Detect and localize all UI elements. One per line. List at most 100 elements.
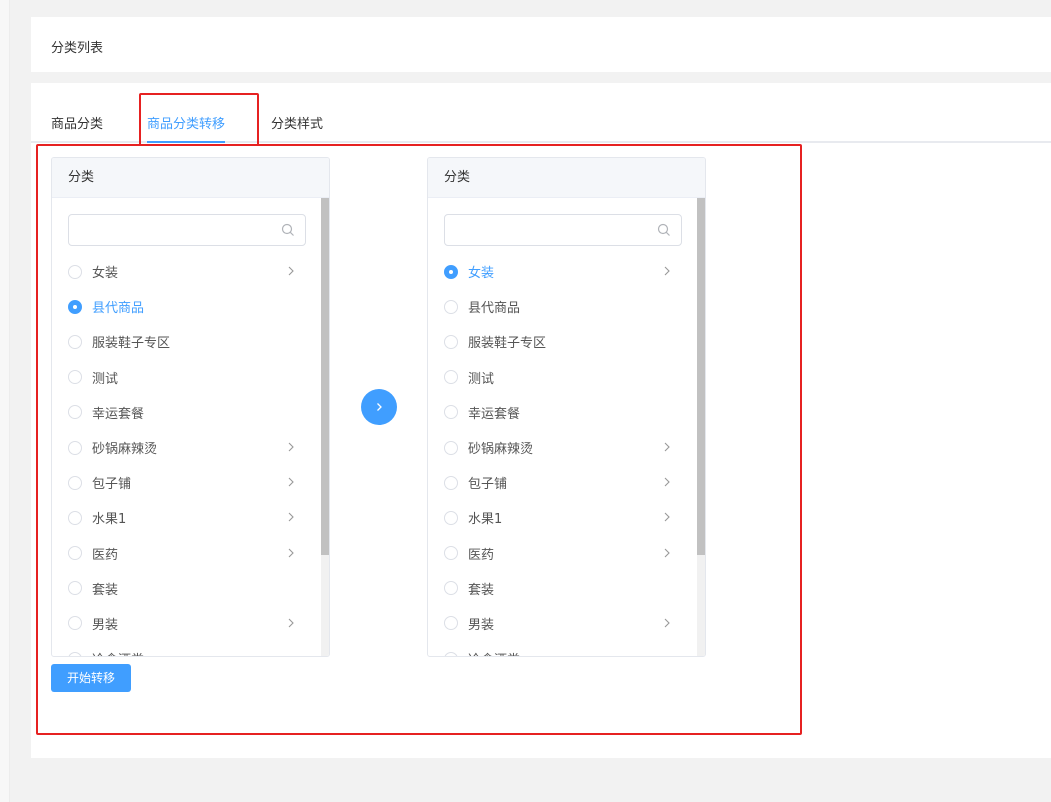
category-radio[interactable] <box>444 546 458 561</box>
category-radio[interactable] <box>68 510 82 525</box>
category-label: 测试 <box>468 371 495 387</box>
chevron-right-icon[interactable] <box>662 512 672 522</box>
category-radio[interactable] <box>444 264 458 279</box>
category-label: 包子铺 <box>468 477 508 493</box>
category-label: 女装 <box>468 266 495 282</box>
source-panel-body: 女装县代商品服装鞋子专区测试幸运套餐砂锅麻辣烫包子铺水果1 医药套装男装冷食酒类 <box>52 198 329 656</box>
category-item[interactable]: 幸运套餐 <box>428 395 698 430</box>
chevron-right-icon[interactable] <box>662 266 672 276</box>
category-item[interactable]: 砂锅麻辣烫 <box>428 430 698 465</box>
chevron-right-icon[interactable] <box>286 442 296 452</box>
target-scrollbar[interactable] <box>697 198 705 656</box>
category-item[interactable]: 女装 <box>428 254 698 289</box>
category-label: 水果1 <box>92 512 127 528</box>
category-radio[interactable] <box>68 299 82 314</box>
category-radio[interactable] <box>444 510 458 525</box>
target-panel-body: 女装县代商品服装鞋子专区测试幸运套餐砂锅麻辣烫包子铺水果1 医药套装男装冷食酒类 <box>428 198 705 656</box>
category-radio[interactable] <box>444 651 458 656</box>
category-label: 县代商品 <box>92 301 145 317</box>
category-item[interactable]: 服装鞋子专区 <box>428 324 698 359</box>
category-radio[interactable] <box>444 616 458 631</box>
category-item[interactable]: 县代商品 <box>428 289 698 324</box>
chevron-right-icon[interactable] <box>286 548 296 558</box>
chevron-right-icon[interactable] <box>286 477 296 487</box>
target-category-list: 女装县代商品服装鞋子专区测试幸运套餐砂锅麻辣烫包子铺水果1 医药套装男装冷食酒类 <box>428 254 698 656</box>
category-radio[interactable] <box>68 264 82 279</box>
category-label: 幸运套餐 <box>92 406 145 422</box>
source-search-input[interactable] <box>68 214 306 246</box>
category-item[interactable]: 男装 <box>52 606 322 641</box>
category-label: 服装鞋子专区 <box>92 336 171 352</box>
category-item[interactable]: 医药 <box>52 536 322 571</box>
chevron-right-icon[interactable] <box>286 266 296 276</box>
source-category-list: 女装县代商品服装鞋子专区测试幸运套餐砂锅麻辣烫包子铺水果1 医药套装男装冷食酒类 <box>52 254 322 656</box>
tab-bar: 商品分类 商品分类转移 分类样式 <box>31 83 1051 143</box>
category-radio[interactable] <box>68 475 82 490</box>
category-radio[interactable] <box>68 405 82 420</box>
category-radio[interactable] <box>68 651 82 656</box>
chevron-right-icon[interactable] <box>286 512 296 522</box>
category-radio[interactable] <box>68 546 82 561</box>
category-radio[interactable] <box>444 299 458 314</box>
target-search-input[interactable] <box>444 214 682 246</box>
chevron-right-icon[interactable] <box>662 442 672 452</box>
left-edge-strip <box>0 0 10 802</box>
category-radio[interactable] <box>68 440 82 455</box>
category-radio[interactable] <box>444 581 458 596</box>
chevron-right-icon[interactable] <box>662 477 672 487</box>
category-item[interactable]: 冷食酒类 <box>428 641 698 656</box>
category-item[interactable]: 女装 <box>52 254 322 289</box>
source-panel-title: 分类 <box>52 158 329 198</box>
category-radio[interactable] <box>444 440 458 455</box>
category-label: 医药 <box>92 547 119 563</box>
category-label: 水果1 <box>468 512 503 528</box>
chevron-right-icon[interactable] <box>662 618 672 628</box>
category-item[interactable]: 水果1 <box>428 500 698 535</box>
category-item[interactable]: 包子铺 <box>52 465 322 500</box>
category-label: 医药 <box>468 547 495 563</box>
header-card: 分类列表 <box>31 17 1051 72</box>
category-item[interactable]: 冷食酒类 <box>52 641 322 656</box>
category-radio[interactable] <box>444 475 458 490</box>
category-label: 女装 <box>92 266 119 282</box>
category-radio[interactable] <box>68 616 82 631</box>
chevron-right-icon[interactable] <box>286 618 296 628</box>
search-icon <box>657 223 670 236</box>
category-radio[interactable] <box>444 370 458 385</box>
category-label: 套装 <box>92 582 119 598</box>
target-scrollbar-thumb[interactable] <box>697 198 705 555</box>
category-radio[interactable] <box>68 334 82 349</box>
category-label: 包子铺 <box>92 477 132 493</box>
tab-category-style[interactable]: 分类样式 <box>271 113 323 132</box>
category-label: 幸运套餐 <box>468 406 521 422</box>
chevron-right-icon[interactable] <box>662 548 672 558</box>
category-label: 套装 <box>468 582 495 598</box>
category-radio[interactable] <box>68 370 82 385</box>
category-item[interactable]: 砂锅麻辣烫 <box>52 430 322 465</box>
category-radio[interactable] <box>444 334 458 349</box>
tab-category-transfer[interactable]: 商品分类转移 <box>147 113 226 143</box>
category-item[interactable]: 套装 <box>52 571 322 606</box>
category-item[interactable]: 医药 <box>428 536 698 571</box>
category-label: 冷食酒类 <box>92 649 144 656</box>
category-label: 服装鞋子专区 <box>468 336 547 352</box>
source-scrollbar[interactable] <box>321 198 329 656</box>
start-transfer-button[interactable]: 开始转移 <box>51 664 131 692</box>
category-radio[interactable] <box>444 405 458 420</box>
category-item[interactable]: 县代商品 <box>52 289 322 324</box>
category-item[interactable]: 套装 <box>428 571 698 606</box>
category-item[interactable]: 包子铺 <box>428 465 698 500</box>
category-radio[interactable] <box>68 581 82 596</box>
transfer-button[interactable] <box>361 389 397 425</box>
category-label: 男装 <box>92 617 119 633</box>
category-item[interactable]: 幸运套餐 <box>52 395 322 430</box>
category-item[interactable]: 服装鞋子专区 <box>52 324 322 359</box>
category-item[interactable]: 测试 <box>52 360 322 395</box>
category-item[interactable]: 测试 <box>428 360 698 395</box>
search-icon <box>281 223 294 236</box>
tab-product-category[interactable]: 商品分类 <box>51 113 103 132</box>
source-scrollbar-thumb[interactable] <box>321 198 329 555</box>
category-label: 砂锅麻辣烫 <box>468 442 534 458</box>
category-item[interactable]: 男装 <box>428 606 698 641</box>
category-item[interactable]: 水果1 <box>52 500 322 535</box>
